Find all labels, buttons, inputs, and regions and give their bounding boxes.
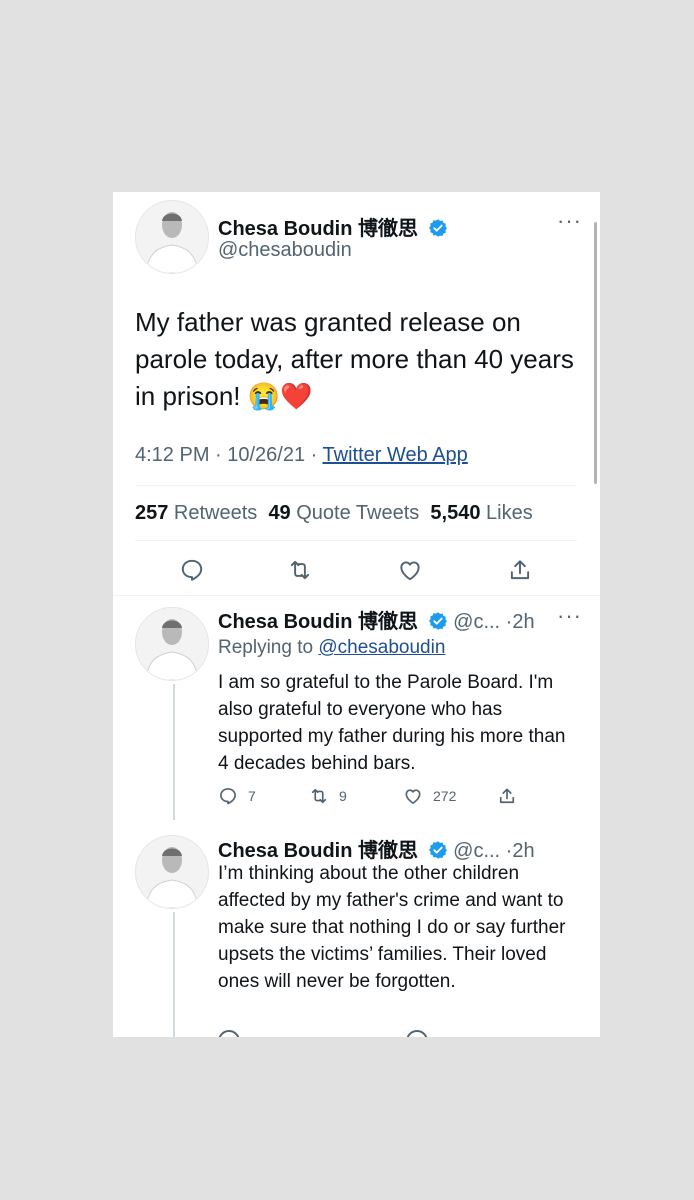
reply-text: I’m thinking about the other children af… (218, 863, 566, 992)
verified-icon (428, 612, 447, 630)
like-button[interactable]: 272 (403, 786, 456, 806)
retweet-button[interactable]: 9 (309, 786, 347, 806)
author-name-text: Chesa Boudin 博徹思 (218, 218, 419, 240)
avatar-photo (136, 836, 208, 908)
replying-to-handle[interactable]: @chesaboudin (318, 637, 445, 658)
reply-author-name[interactable]: Chesa Boudin 博徹思 @c... ·2h (218, 605, 535, 634)
reply-author-name-text: Chesa Boudin 博徹思 (218, 611, 419, 633)
retweets-label: Retweets (168, 502, 258, 524)
like-icon (405, 789, 421, 804)
replying-to-label: Replying to (218, 637, 319, 658)
retweets-count: 257 (135, 502, 169, 524)
reply-button[interactable]: 7 (218, 786, 256, 806)
author-handle[interactable]: @chesaboudin (218, 239, 352, 262)
reply-actions-clipped (218, 1030, 518, 1037)
avatar[interactable] (135, 835, 209, 909)
avatar-photo (136, 608, 208, 680)
avatar[interactable] (135, 200, 209, 274)
scrollbar[interactable] (594, 222, 597, 484)
likes-label: Likes (480, 502, 533, 524)
divider (135, 485, 577, 486)
avatar-photo (136, 201, 208, 273)
reply-text: I am so grateful to the Parole Board. I'… (218, 672, 566, 774)
replying-to: Replying to @chesaboudin (218, 637, 445, 659)
tweet-stats: 257 Retweets 49 Quote Tweets 5,540 Likes (135, 502, 533, 525)
likes-stat[interactable]: 5,540 Likes (430, 502, 532, 524)
avatar[interactable] (135, 607, 209, 681)
more-icon[interactable]: ··· (557, 210, 582, 232)
author-name[interactable]: Chesa Boudin 博徹思 (218, 212, 448, 241)
reply-author-name[interactable]: Chesa Boudin 博徹思 @c... ·2h (218, 834, 535, 863)
reply-handle-time: @c... ·2h (453, 840, 535, 862)
verified-icon (428, 219, 447, 237)
tweet-text: My father was granted release on parole … (135, 307, 574, 411)
verified-icon (428, 841, 447, 859)
divider (113, 595, 600, 596)
divider (135, 540, 577, 541)
like-icon[interactable] (397, 557, 423, 583)
reply-count: 7 (248, 788, 256, 804)
tweet-time[interactable]: 4:12 PM · 10/26/21 · (135, 444, 323, 466)
reply-handle-time: @c... ·2h (453, 611, 535, 633)
retweet-icon (311, 788, 327, 804)
share-icon[interactable] (507, 557, 533, 583)
quotes-count: 49 (268, 502, 291, 524)
reply-author-name-text: Chesa Boudin 博徹思 (218, 840, 419, 862)
tweet-source-link[interactable]: Twitter Web App (323, 444, 468, 466)
quotes-label: Quote Tweets (290, 502, 420, 524)
quotes-stat[interactable]: 49 Quote Tweets (268, 502, 419, 524)
retweet-icon[interactable] (287, 557, 313, 583)
share-icon[interactable] (497, 786, 517, 806)
reply-icon (220, 788, 236, 805)
thread-line (173, 684, 175, 820)
retweets-stat[interactable]: 257 Retweets (135, 502, 257, 524)
more-icon[interactable]: ··· (557, 605, 582, 627)
like-count: 272 (433, 788, 457, 804)
thread-line (173, 912, 175, 1037)
reply-icon[interactable] (179, 557, 205, 583)
retweet-count: 9 (339, 788, 347, 804)
tweet-meta: 4:12 PM · 10/26/21 · Twitter Web App (135, 444, 468, 467)
likes-count: 5,540 (430, 502, 481, 524)
tweet-card: Chesa Boudin 博徹思 @chesaboudin ··· My fat… (113, 192, 600, 1037)
